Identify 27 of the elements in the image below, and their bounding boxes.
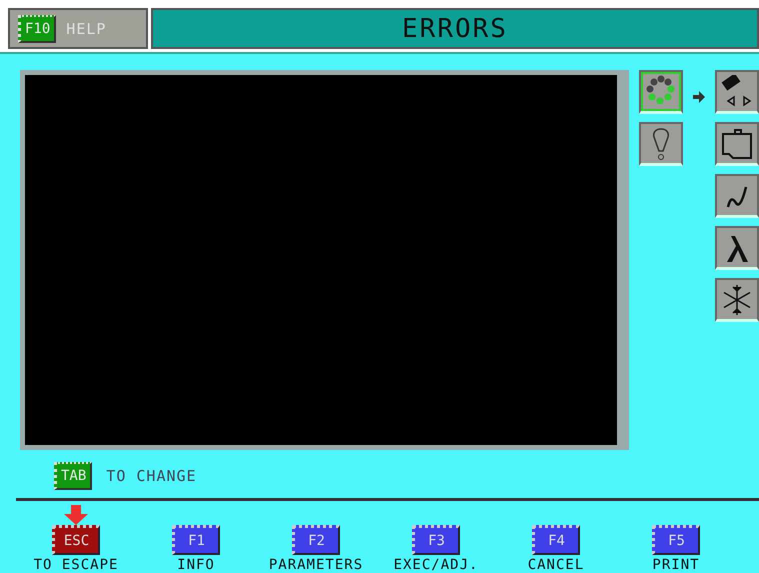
function-label: PRINT — [652, 557, 700, 573]
arrow-icon — [693, 91, 705, 103]
function-key[interactable]: F2 — [292, 525, 340, 555]
system-button[interactable] — [715, 122, 759, 166]
system-button[interactable] — [715, 278, 759, 322]
down-arrow-icon — [64, 505, 88, 525]
side-button[interactable] — [639, 70, 683, 114]
chip-icon — [720, 74, 754, 108]
function-key[interactable]: ESC — [52, 525, 100, 555]
function-label: TO ESCAPE — [34, 557, 118, 573]
help-key[interactable]: F10 — [18, 14, 56, 42]
tab-hint: TO CHANGE — [106, 467, 197, 485]
system-button[interactable] — [715, 226, 759, 270]
screen-title: ERRORS — [402, 14, 508, 44]
help-label: HELP — [66, 20, 106, 38]
function-key[interactable]: F4 — [532, 525, 580, 555]
function-label: EXEC/ADJ. — [394, 557, 478, 573]
function-key[interactable]: F1 — [172, 525, 220, 555]
system-button[interactable] — [715, 70, 759, 114]
function-label: CANCEL — [528, 557, 584, 573]
function-key[interactable]: F5 — [652, 525, 700, 555]
tab-key[interactable]: TAB — [54, 462, 92, 490]
function-label: INFO — [177, 557, 215, 573]
function-key[interactable]: F3 — [412, 525, 460, 555]
side-button[interactable] — [639, 122, 683, 166]
function-label: PARAMETERS — [268, 557, 364, 573]
system-button[interactable] — [715, 174, 759, 218]
